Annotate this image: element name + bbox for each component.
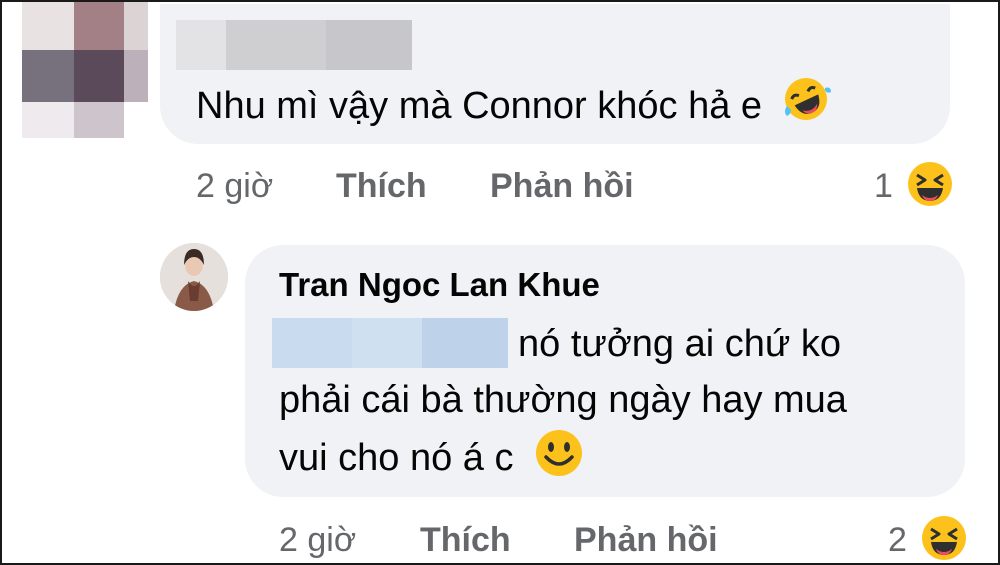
author-name-blurred[interactable] [176,20,412,70]
comment-text: Nhu mì vậy mà Connor khóc hả e [196,74,831,134]
avatar-blurred[interactable] [22,2,148,138]
laughing-emoji-icon[interactable] [920,514,968,562]
author-name[interactable]: Tran Ngoc Lan Khue [279,266,600,304]
reply-text-line-1: nó tưởng ai chứ ko [518,323,841,365]
laughing-emoji-icon[interactable] [906,160,954,208]
reply-reaction-count[interactable]: 2 [888,521,907,560]
reply-text-line-2: phải cái bà thường ngày hay mua [279,379,847,421]
smile-emoji-icon [536,430,583,476]
reply-reply-button[interactable]: Phản hồi [574,521,718,560]
reply-like-button[interactable]: Thích [420,521,511,560]
profile-photo-icon [160,243,228,311]
author-avatar[interactable] [160,243,228,311]
like-button[interactable]: Thích [336,167,427,206]
reaction-count[interactable]: 1 [874,167,893,206]
comment-timestamp[interactable]: 2 giờ [196,167,273,206]
mention-blurred[interactable] [272,318,508,368]
rofl-emoji-icon [784,78,831,120]
reply-button[interactable]: Phản hồi [490,167,634,206]
reply-text-line-3: vui cho nó á c [279,428,584,486]
reply-timestamp[interactable]: 2 giờ [279,521,356,560]
